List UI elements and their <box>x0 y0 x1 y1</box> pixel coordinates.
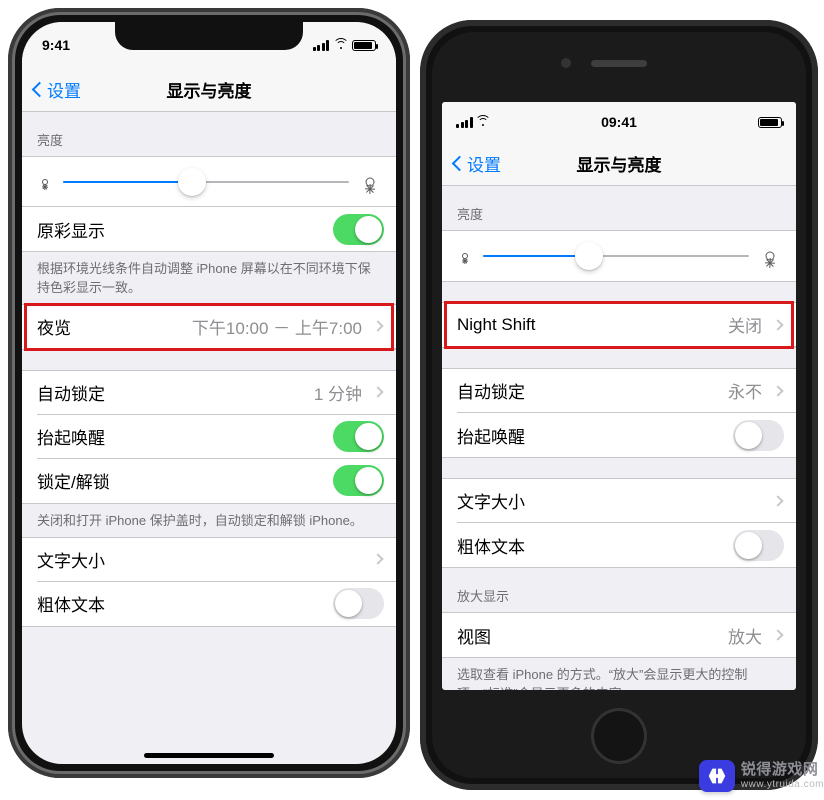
night-shift-row[interactable]: 夜览 下午10:00 － 上午7:00 <box>22 305 396 349</box>
bold-text-row: 粗体文本 <box>442 523 796 567</box>
auto-lock-label: 自动锁定 <box>37 380 306 405</box>
watermark-logo-icon <box>699 760 735 792</box>
view-label: 视图 <box>457 623 720 648</box>
chevron-right-icon <box>772 385 783 396</box>
night-shift-row[interactable]: Night Shift 关闭 <box>442 303 796 347</box>
status-time: 9:41 <box>42 37 70 53</box>
view-value: 放大 <box>728 623 762 648</box>
chevron-right-icon <box>772 629 783 640</box>
lock-unlock-row: 锁定/解锁 <box>22 459 396 503</box>
night-shift-value: 关闭 <box>728 312 762 337</box>
chevron-left-icon <box>452 156 468 172</box>
raise-to-wake-toggle[interactable] <box>733 420 784 451</box>
brightness-group: 原彩显示 <box>22 156 396 252</box>
brightness-high-icon <box>359 171 381 193</box>
auto-lock-value: 1 分钟 <box>314 380 362 405</box>
brightness-row <box>442 231 796 281</box>
back-button[interactable]: 设置 <box>448 142 507 185</box>
home-indicator <box>144 753 274 758</box>
text-group: 文字大小 粗体文本 <box>442 478 796 568</box>
nav-header: 设置 显示与亮度 <box>22 68 396 112</box>
bold-text-toggle[interactable] <box>333 588 384 619</box>
zoom-group: 视图 放大 <box>442 612 796 658</box>
night-shift-label: Night Shift <box>457 315 720 335</box>
bold-text-toggle[interactable] <box>733 530 784 561</box>
wifi-icon <box>333 40 348 51</box>
home-button[interactable] <box>591 708 647 764</box>
true-tone-row: 原彩显示 <box>22 207 396 251</box>
lock-group: 自动锁定 永不 抬起唤醒 <box>442 368 796 458</box>
phone-x-screen: 9:41 设置 显示与亮度 亮度 <box>22 22 396 764</box>
lock-group: 自动锁定 1 分钟 抬起唤醒 锁定/解锁 <box>22 370 396 504</box>
bold-text-label: 粗体文本 <box>457 533 725 558</box>
battery-icon <box>352 40 376 51</box>
chevron-right-icon <box>372 553 383 564</box>
signal-bars-icon <box>313 40 330 51</box>
text-size-label: 文字大小 <box>457 488 762 513</box>
raise-to-wake-toggle[interactable] <box>333 421 384 452</box>
brightness-group <box>442 230 796 282</box>
true-tone-toggle[interactable] <box>333 214 384 245</box>
chevron-right-icon <box>772 495 783 506</box>
chevron-right-icon <box>772 319 783 330</box>
chevron-right-icon <box>372 387 383 398</box>
raise-to-wake-label: 抬起唤醒 <box>457 423 725 448</box>
page-title: 显示与亮度 <box>167 77 252 102</box>
lock-unlock-footer: 关闭和打开 iPhone 保护盖时，自动锁定和解锁 iPhone。 <box>22 504 396 537</box>
zoom-footer: 选取查看 iPhone 的方式。“放大”会显示更大的控制项。“标准”会显示更多的… <box>442 658 796 690</box>
bold-text-label: 粗体文本 <box>37 591 325 616</box>
chevron-left-icon <box>32 82 48 98</box>
section-header-zoom: 放大显示 <box>442 568 796 612</box>
brightness-high-icon <box>759 245 781 267</box>
brightness-slider[interactable] <box>63 168 349 196</box>
brightness-low-icon <box>37 174 53 190</box>
night-shift-label: 夜览 <box>37 314 184 339</box>
auto-lock-row[interactable]: 自动锁定 永不 <box>442 369 796 413</box>
auto-lock-value: 永不 <box>728 378 762 403</box>
view-row[interactable]: 视图 放大 <box>442 613 796 657</box>
night-shift-value: 下午10:00 － 上午7:00 <box>192 314 362 339</box>
section-header-brightness: 亮度 <box>442 186 796 230</box>
wifi-icon <box>476 117 491 128</box>
earpiece <box>591 60 647 67</box>
text-size-row[interactable]: 文字大小 <box>22 538 396 582</box>
watermark-url: www.ytruida.com <box>741 779 824 790</box>
text-group: 文字大小 粗体文本 <box>22 537 396 627</box>
chevron-right-icon <box>372 321 383 332</box>
status-time: 09:41 <box>601 114 637 130</box>
notch <box>115 22 303 50</box>
back-label: 设置 <box>467 151 501 176</box>
raise-to-wake-row: 抬起唤醒 <box>442 413 796 457</box>
night-shift-group: 夜览 下午10:00 － 上午7:00 <box>22 304 396 350</box>
back-button[interactable]: 设置 <box>28 68 87 111</box>
watermark: 锐得游戏网 www.ytruida.com <box>699 760 824 792</box>
watermark-title: 锐得游戏网 <box>741 762 824 779</box>
phone-8-screen: 09:41 设置 显示与亮度 亮度 <box>442 102 796 690</box>
lock-unlock-toggle[interactable] <box>333 465 384 496</box>
brightness-low-icon <box>457 248 473 264</box>
text-size-row[interactable]: 文字大小 <box>442 479 796 523</box>
text-size-label: 文字大小 <box>37 547 362 572</box>
phone-frame-8: 09:41 设置 显示与亮度 亮度 <box>420 20 818 790</box>
night-shift-group: Night Shift 关闭 <box>442 302 796 348</box>
page-title: 显示与亮度 <box>577 151 662 176</box>
bold-text-row: 粗体文本 <box>22 582 396 626</box>
auto-lock-label: 自动锁定 <box>457 378 720 403</box>
brightness-row <box>22 157 396 207</box>
section-header-brightness: 亮度 <box>22 112 396 156</box>
raise-to-wake-label: 抬起唤醒 <box>37 424 325 449</box>
back-label: 设置 <box>47 77 81 102</box>
brightness-slider[interactable] <box>483 242 749 270</box>
true-tone-label: 原彩显示 <box>37 217 325 242</box>
signal-bars-icon <box>456 117 473 128</box>
raise-to-wake-row: 抬起唤醒 <box>22 415 396 459</box>
battery-icon <box>758 117 782 128</box>
lock-unlock-label: 锁定/解锁 <box>37 468 325 493</box>
status-bar: 09:41 <box>442 102 796 142</box>
front-camera-icon <box>561 58 571 68</box>
true-tone-footer: 根据环境光线条件自动调整 iPhone 屏幕以在不同环境下保持色彩显示一致。 <box>22 252 396 304</box>
nav-header: 设置 显示与亮度 <box>442 142 796 186</box>
auto-lock-row[interactable]: 自动锁定 1 分钟 <box>22 371 396 415</box>
phone-frame-x: 9:41 设置 显示与亮度 亮度 <box>8 8 410 778</box>
